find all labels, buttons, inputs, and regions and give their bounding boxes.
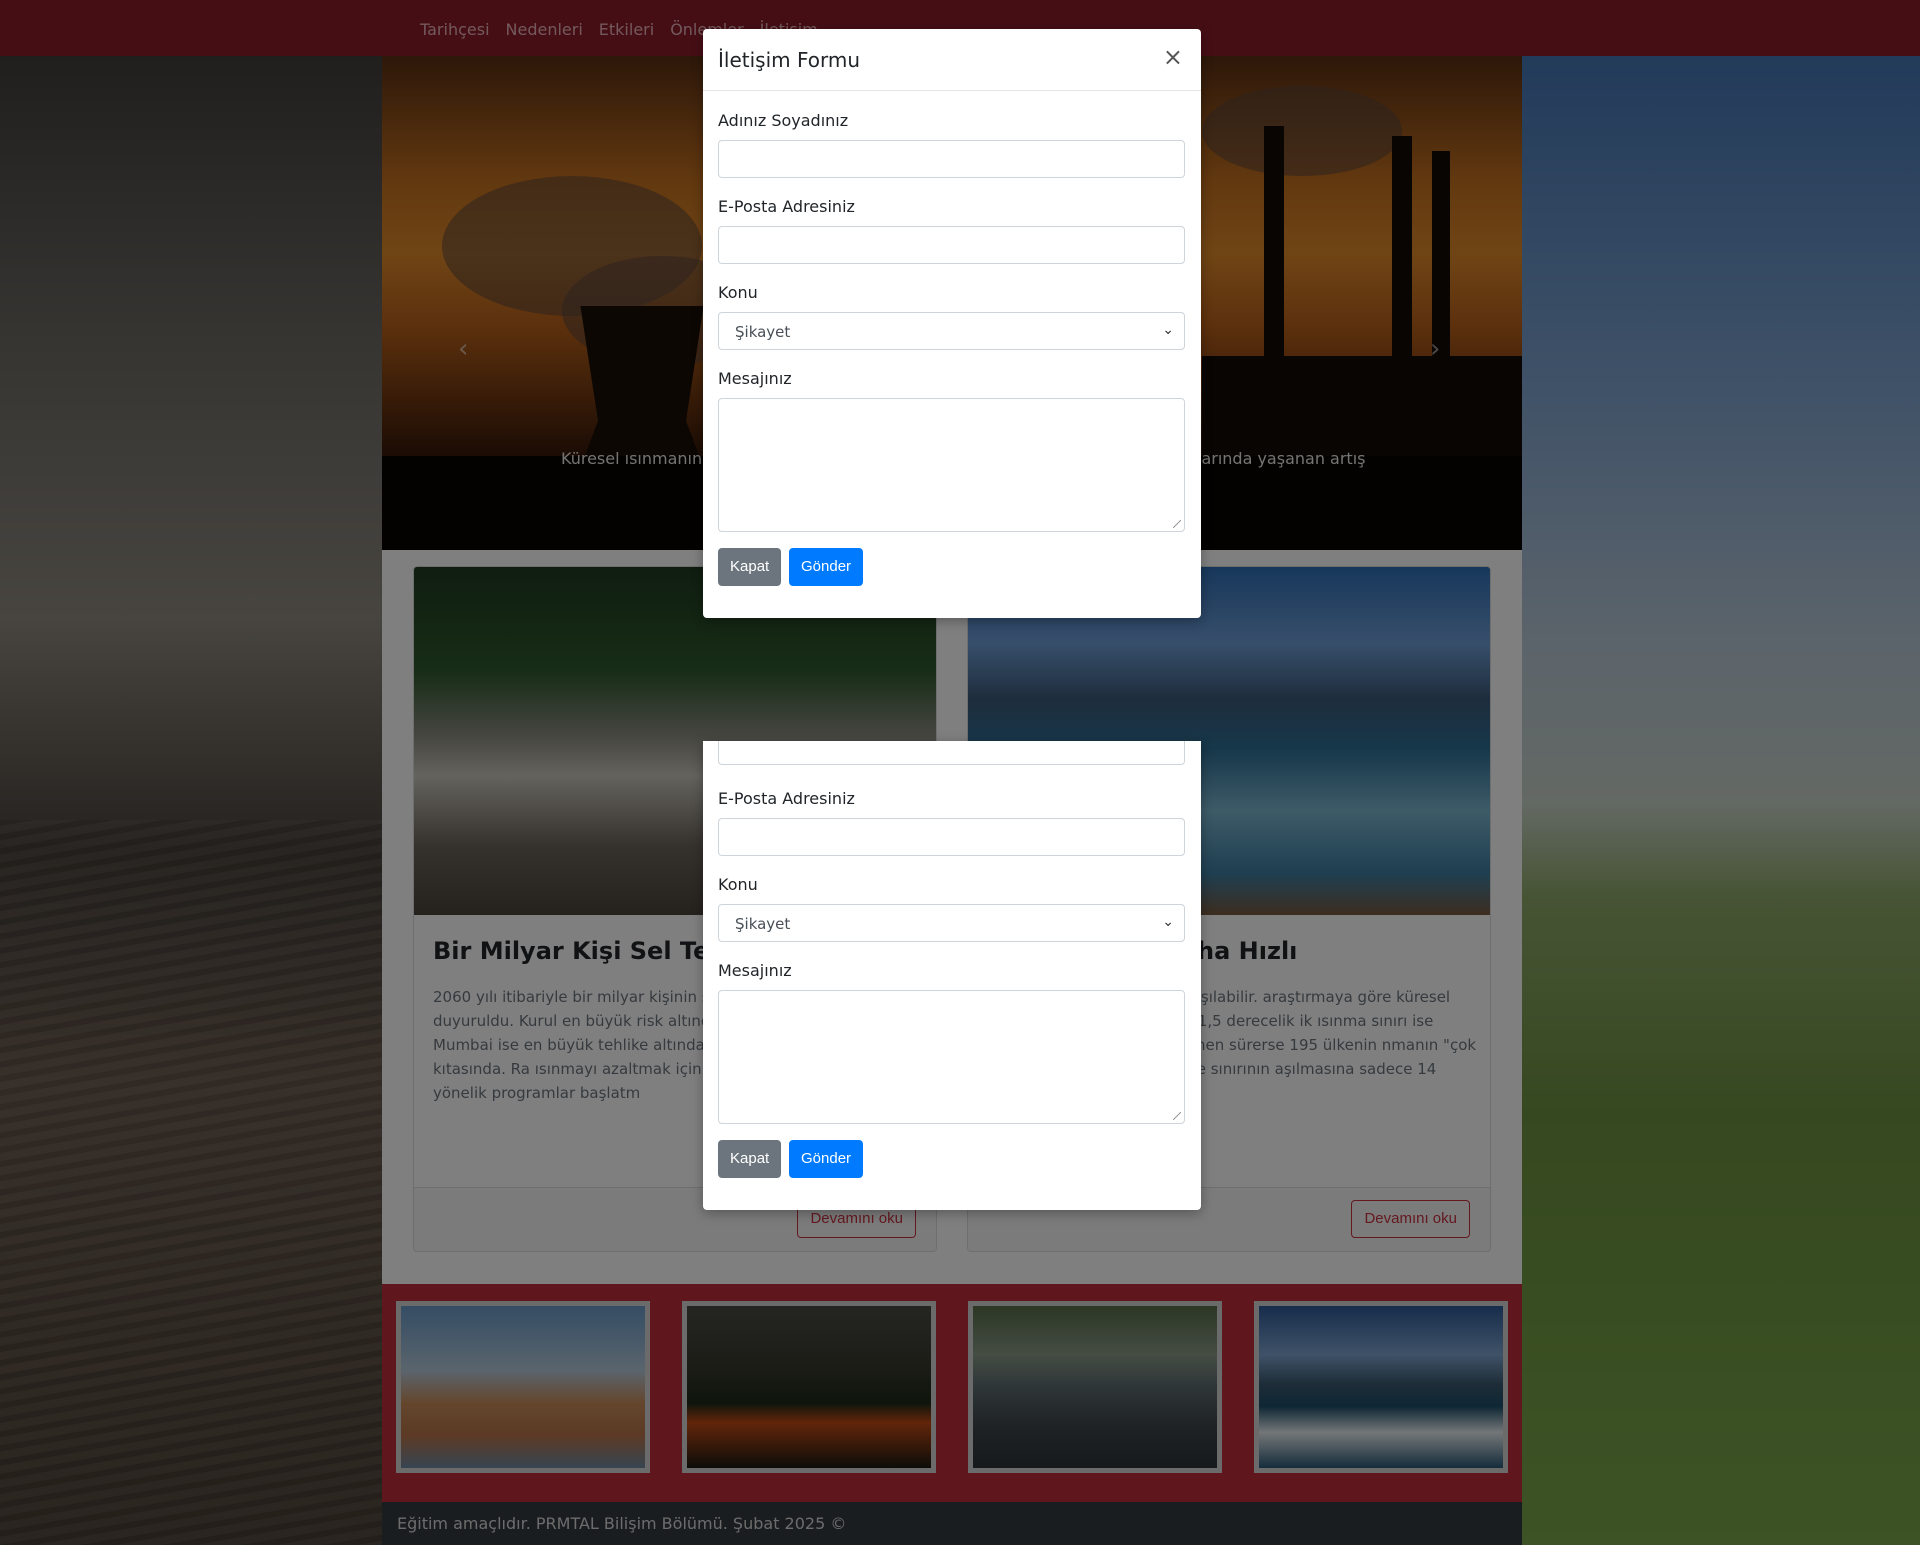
subject-label: Konu: [718, 283, 758, 302]
subject-label: Konu: [718, 875, 758, 894]
contact-form-modal-duplicate: E-Posta Adresiniz Konu Şikayet ⌄ Mesajın…: [703, 741, 1201, 1210]
email-field[interactable]: [718, 226, 1185, 264]
email-field[interactable]: [718, 818, 1185, 856]
close-button[interactable]: Kapat: [718, 1140, 782, 1178]
subject-select[interactable]: Şikayet ⌄: [718, 312, 1185, 350]
subject-select[interactable]: Şikayet ⌄: [718, 904, 1185, 942]
message-label: Mesajınız: [718, 961, 792, 980]
chevron-down-icon: ⌄: [1162, 322, 1174, 338]
resize-grip-icon[interactable]: [1173, 1112, 1181, 1120]
name-field[interactable]: [718, 741, 1185, 765]
chevron-down-icon: ⌄: [1162, 914, 1174, 930]
modal-title: İletişim Formu: [718, 48, 861, 72]
email-label: E-Posta Adresiniz: [718, 789, 855, 808]
modal-header: İletişim Formu ×: [703, 29, 1201, 91]
name-label: Adınız Soyadınız: [718, 111, 849, 130]
subject-select-value: Şikayet: [735, 323, 791, 341]
email-label: E-Posta Adresiniz: [718, 197, 855, 216]
subject-select-value: Şikayet: [735, 915, 791, 933]
message-field[interactable]: [718, 398, 1185, 532]
resize-grip-icon[interactable]: [1173, 520, 1181, 528]
submit-button[interactable]: Gönder: [789, 1140, 864, 1178]
submit-button[interactable]: Gönder: [789, 548, 864, 586]
close-button[interactable]: Kapat: [718, 548, 782, 586]
message-field[interactable]: [718, 990, 1185, 1124]
contact-form-modal: İletişim Formu × Adınız Soyadınız E-Post…: [703, 29, 1201, 618]
close-icon[interactable]: ×: [1163, 43, 1183, 71]
name-field[interactable]: [718, 140, 1185, 178]
message-label: Mesajınız: [718, 369, 792, 388]
